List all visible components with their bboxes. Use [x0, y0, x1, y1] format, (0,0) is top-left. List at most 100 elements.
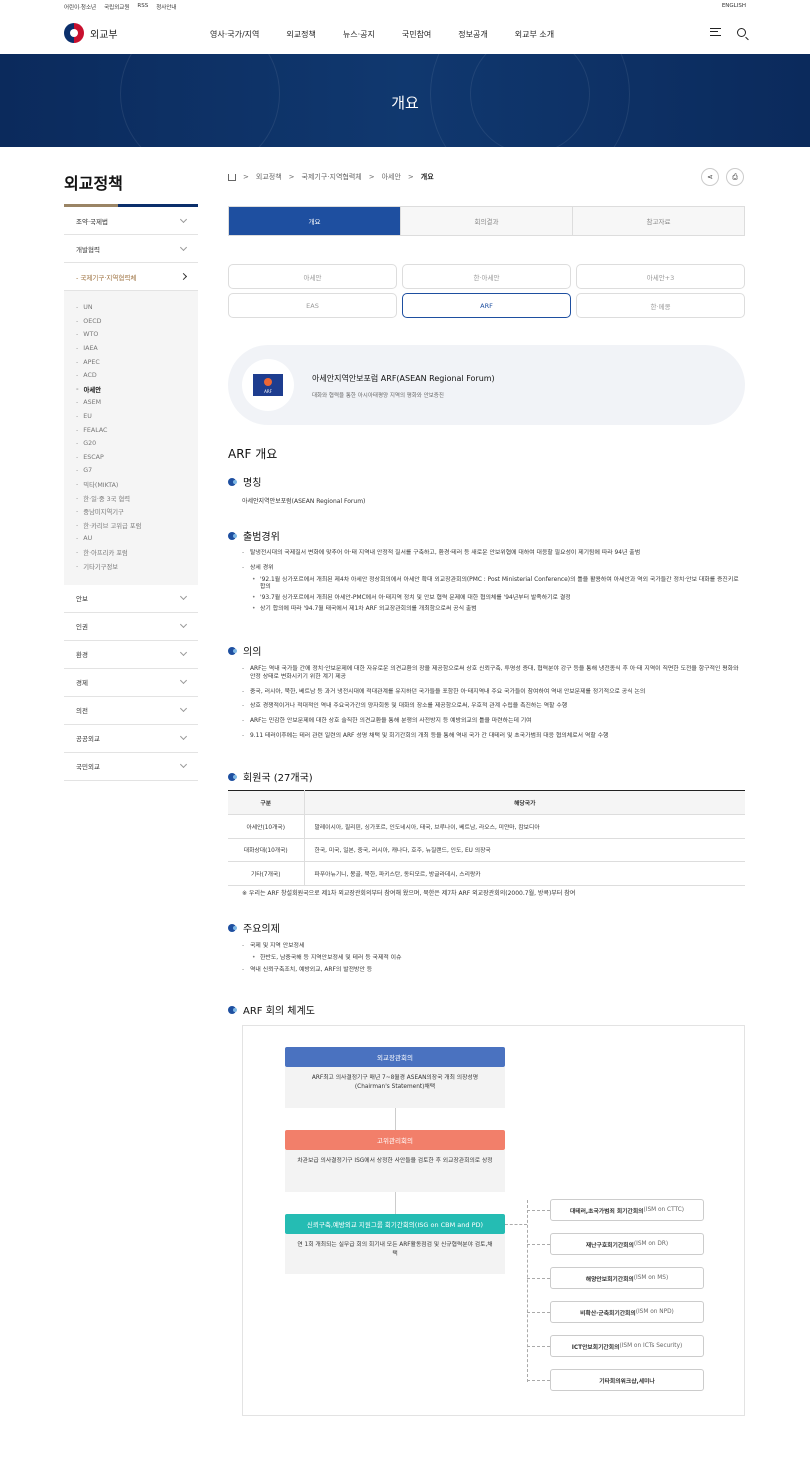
tab-meeting-results[interactable]: 회의결과 [401, 207, 573, 235]
breadcrumb: > 외교정책 > 국제기구·지역협력체 > 아세안 > 개요 [228, 172, 434, 182]
gnb-item-participation[interactable]: 국민참여 [402, 29, 431, 40]
table-cell: 대화상대(10개국) [228, 838, 305, 862]
arf-flag-icon: ARF [253, 374, 283, 396]
tab-overview[interactable]: 개요 [229, 207, 401, 235]
submenu-item[interactable]: G20 [76, 437, 198, 451]
intro-title: 아세안지역안보포럼 ARF(ASEAN Regional Forum) [312, 374, 495, 383]
submenu-item[interactable]: WTO [76, 328, 198, 342]
diagram-box-title: 외교장관회의 [285, 1047, 505, 1067]
sidebar-item-protocol[interactable]: 의전 [64, 697, 198, 725]
submenu-item[interactable]: 한·아프리카 포럼 [76, 546, 198, 560]
heading-name: 명칭 [228, 474, 261, 489]
sidebar-item-human-rights[interactable]: 인권 [64, 613, 198, 641]
list-item: 중국, 러시아, 북한, 베트남 등 과거 냉전시대에 적대관계를 유지하던 국… [242, 689, 742, 697]
submenu-item[interactable]: 중남미지역기구 [76, 505, 198, 519]
sidebar-item-security[interactable]: 안보 [64, 585, 198, 613]
bullet-icon [228, 923, 237, 932]
sidebar-item-public-diplomacy[interactable]: 공공외교 [64, 725, 198, 753]
sidebar-item-label: 의전 [76, 707, 88, 716]
gnb-item-disclosure[interactable]: 정보공개 [458, 29, 487, 40]
sidebar-item-treaty[interactable]: 조약·국제법 [64, 207, 198, 235]
breadcrumb-item[interactable]: 아세안 [382, 172, 401, 182]
diagram-connector [527, 1346, 550, 1347]
submenu-item-active[interactable]: 아세안 [76, 383, 198, 397]
list-item: 9.11 테러이후에는 테러 관련 일련의 ARF 성명 채택 및 회기간회의 … [242, 733, 742, 741]
history-list: 탈냉전시대의 국제질서 변화에 맞추어 아·태 지역내 안정적 질서를 구축하고… [242, 550, 742, 617]
submenu-item[interactable]: ESCAP [76, 451, 198, 465]
chevron-down-icon [179, 243, 188, 251]
search-icon[interactable] [737, 28, 746, 37]
submenu-item[interactable]: 한·카리브 고위급 포럼 [76, 519, 198, 533]
submenu-item[interactable]: IAEA [76, 342, 198, 356]
heading-members: 회원국 (27개국) [228, 769, 313, 784]
submenu-item[interactable]: FEALAC [76, 423, 198, 437]
submenu-item[interactable]: G7 [76, 464, 198, 478]
chevron-down-icon [179, 677, 188, 685]
list-item: ARF는 역내 국가들 간에 정치·안보문제에 대한 자유로운 의견교환의 장을… [242, 666, 742, 682]
bullet-icon [228, 531, 237, 540]
print-button[interactable]: ⎙ [726, 168, 744, 186]
menu-icon[interactable] [710, 28, 721, 36]
heading-meaning: 의의 [228, 643, 261, 658]
sidebar-item-intl-org[interactable]: - 국제기구·지역협력체 [64, 263, 198, 291]
utility-links: 어린이·청소년 국립외교원 RSS 청사안내 [64, 3, 176, 11]
english-link[interactable]: ENGLISH [722, 3, 746, 9]
submenu-item[interactable]: 믹타(MIKTA) [76, 478, 198, 492]
util-link-youth[interactable]: 어린이·청소년 [64, 3, 96, 11]
util-link-rss[interactable]: RSS [137, 3, 148, 11]
submenu-item[interactable]: 기타기구정보 [76, 559, 198, 573]
arf-structure-diagram: 외교장관회의 ARF최고 의사결정기구 매년 7~8월경 ASEAN의장국 개최… [242, 1025, 745, 1416]
sidebar-item-label: 개발협력 [76, 245, 100, 254]
submenu-item[interactable]: APEC [76, 355, 198, 369]
intro-desc: 대화와 협력을 통한 아시아태평양 지역의 평화와 안보증진 [312, 393, 444, 399]
table-header: 해당국가 [304, 790, 745, 815]
pill-asean-plus3[interactable]: 아세안+3 [576, 264, 745, 289]
sidebar-item-development[interactable]: 개발협력 [64, 235, 198, 263]
breadcrumb-item[interactable]: 국제기구·지역협력체 [302, 172, 362, 182]
submenu-item[interactable]: AU [76, 532, 198, 546]
share-button[interactable]: ⋖ [701, 168, 719, 186]
breadcrumb-item[interactable]: 외교정책 [256, 172, 282, 182]
sidebar-item-label: - 국제기구·지역협력체 [76, 273, 137, 282]
list-item: ARF는 민감한 안보문제에 대한 상호 솔직한 의견교환을 통해 분쟁의 사전… [242, 718, 742, 726]
table-cell: 기타(7개국) [228, 861, 305, 886]
table-note: ※ 우리는 ARF 창설회원국으로 제1차 외교장관회의부터 참여해 왔으며, … [242, 890, 576, 897]
list-item: 탈냉전시대의 국제질서 변화에 맞추어 아·태 지역내 안정적 질서를 구축하고… [242, 550, 742, 558]
members-table: 구분 해당국가 아세안(10개국) 말레이시아, 필리핀, 싱가포르, 인도네시아,… [228, 790, 745, 886]
chevron-down-icon [179, 761, 188, 769]
util-link-knda[interactable]: 국립외교원 [104, 3, 129, 11]
pill-korea-mekong[interactable]: 한·메콩 [576, 293, 745, 318]
sidebar-item-economy[interactable]: 경제 [64, 669, 198, 697]
pill-korea-asean[interactable]: 한·아세안 [402, 264, 571, 289]
sidebar-item-label: 공공외교 [76, 735, 100, 744]
global-nav: 영사·국가/지역 외교정책 뉴스·공지 국민참여 정보공개 외교부 소개 [210, 29, 554, 40]
sidebar-item-environment[interactable]: 환경 [64, 641, 198, 669]
site-logo[interactable]: 외교부 [64, 23, 118, 43]
pill-eas[interactable]: EAS [228, 293, 397, 318]
gnb-item-about[interactable]: 외교부 소개 [515, 29, 554, 40]
tab-references[interactable]: 참고자료 [573, 207, 744, 235]
gnb-item-consular[interactable]: 영사·국가/지역 [210, 29, 259, 40]
submenu-item[interactable]: EU [76, 410, 198, 424]
submenu-item[interactable]: UN [76, 301, 198, 315]
home-icon[interactable] [228, 173, 236, 181]
name-text: 아세안지역안보포럼(ASEAN Regional Forum) [242, 498, 366, 505]
gnb-item-news[interactable]: 뉴스·공지 [343, 29, 375, 40]
pill-arf[interactable]: ARF [402, 293, 571, 318]
pill-asean[interactable]: 아세안 [228, 264, 397, 289]
sidebar-menu: 조약·국제법 개발협력 - 국제기구·지역협력체 UN OECD WTO IAE… [64, 207, 198, 781]
submenu-item[interactable]: ASEM [76, 396, 198, 410]
submenu-item[interactable]: ACD [76, 369, 198, 383]
heading-agenda: 주요의제 [228, 920, 280, 935]
chevron-down-icon [179, 705, 188, 713]
submenu-item[interactable]: 한·일·중 3국 협력 [76, 491, 198, 505]
sidebar-item-citizen-diplomacy[interactable]: 국민외교 [64, 753, 198, 781]
submenu-item[interactable]: OECD [76, 315, 198, 329]
heading-system: ARF 회의 체계도 [228, 1002, 315, 1017]
util-link-map[interactable]: 청사안내 [156, 3, 176, 11]
logo-text: 외교부 [90, 29, 118, 41]
chevron-down-icon [179, 649, 188, 657]
gnb-item-policy[interactable]: 외교정책 [286, 29, 315, 40]
table-row: 대화상대(10개국) 한국, 미국, 일본, 중국, 러시아, 캐나다, 호주, … [228, 838, 745, 862]
table-row: 아세안(10개국) 말레이시아, 필리핀, 싱가포르, 인도네시아, 태국, 브루… [228, 814, 745, 839]
